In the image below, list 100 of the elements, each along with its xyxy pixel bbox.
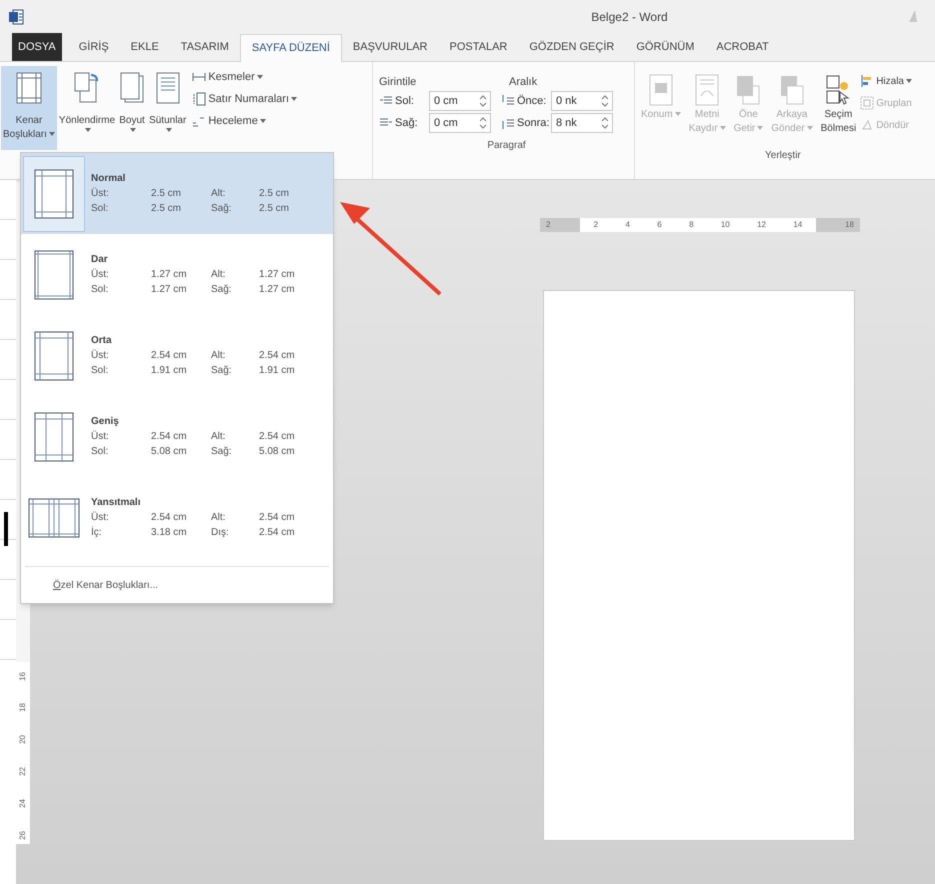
vertical-ruler: 16 18 20 22 24 26 xyxy=(16,662,30,844)
margin-label: İç: xyxy=(91,525,103,540)
spin-field[interactable]: 0 cm xyxy=(429,91,491,111)
margin-label: Üst: xyxy=(91,348,110,363)
margin-value: 2.54 cm xyxy=(259,430,295,444)
ribbon-tab[interactable]: POSTALAR xyxy=(438,33,518,61)
ribbon-button[interactable]: Seçim Bölmesi xyxy=(816,72,860,142)
page-margins-icon xyxy=(34,250,74,300)
margin-value: 2.5 cm xyxy=(151,202,182,216)
ribbon-button[interactable]: Boyut xyxy=(117,66,148,150)
file-tab[interactable]: DOSYA xyxy=(12,33,62,61)
word-logo-icon[interactable] xyxy=(8,8,24,24)
margin-label: Sol: xyxy=(91,364,110,378)
caret-icon xyxy=(720,126,726,130)
field-label: Önce: xyxy=(517,94,548,109)
margin-label: Alt: xyxy=(211,430,226,444)
field-label: Sonra: xyxy=(517,116,550,131)
margin-value: 1.91 cm xyxy=(259,364,295,378)
menu-item-title: Geniş xyxy=(91,415,120,429)
spin-arrows-icon xyxy=(480,117,486,129)
window-title: Belge2 - Word xyxy=(591,8,668,26)
margin-label: Sol: xyxy=(91,445,110,459)
ribbon-button[interactable]: Sütunlar xyxy=(147,66,188,150)
margin-value: 2.5 cm xyxy=(259,202,290,216)
spin-field[interactable]: 0 nk xyxy=(551,91,613,111)
spin-field[interactable]: 8 nk xyxy=(551,113,613,133)
margin-value: 2.5 cm xyxy=(259,187,290,201)
margin-value: 1.27 cm xyxy=(259,283,295,297)
spin-field[interactable]: 0 cm xyxy=(429,113,491,133)
page-margins-icon xyxy=(34,412,74,462)
margin-label: Dış: xyxy=(211,526,230,540)
caret-icon xyxy=(166,128,172,132)
caret-icon xyxy=(906,79,912,83)
ribbon-button[interactable]: Yönlendirme xyxy=(56,66,118,150)
menu-item-title: Orta xyxy=(91,334,113,348)
margin-label: Sağ: xyxy=(211,283,233,297)
ribbon-tab[interactable]: SAYFA DÜZENİ xyxy=(240,34,342,62)
page-margins-icon xyxy=(28,498,80,538)
menu-item[interactable]: Orta Üst: 2.54 cm Alt: 2.54 cm Sol: 1.91 cm Sağ: 1.91 cm xyxy=(21,315,333,396)
margin-label: Alt: xyxy=(211,268,226,282)
caret-icon xyxy=(84,128,91,132)
picture-position-icon xyxy=(648,74,674,106)
ribbon-button[interactable]: Kenar Boşlukları xyxy=(1,66,57,150)
bring-forward-icon xyxy=(735,74,762,106)
caret-icon xyxy=(674,112,681,116)
menu-item[interactable]: Geniş Üst: 2.54 cm Alt: 2.54 cm Sol: 5.08 cm Sağ: 5.08 cm xyxy=(21,396,333,477)
send-backward-icon xyxy=(778,74,805,106)
group-title: Yerleştir xyxy=(764,149,802,163)
rotate-page-icon xyxy=(74,72,100,104)
menu-item[interactable]: Normal Üst: 2.5 cm Alt: 2.5 cm Sol: 2.5 cm Sağ: 2.5 cm xyxy=(21,153,333,234)
caret-icon xyxy=(291,97,298,101)
margin-value: 2.54 cm xyxy=(259,349,295,363)
margin-value: 2.54 cm xyxy=(151,349,188,363)
margin-label: Sağ: xyxy=(211,364,233,378)
ribbon-tab[interactable]: TASARIM xyxy=(170,33,240,61)
margin-label: Alt: xyxy=(211,511,226,525)
ribbon-tab[interactable]: EKLE xyxy=(120,33,170,61)
group-icon xyxy=(860,96,874,110)
spin-arrows-icon xyxy=(480,95,486,107)
page-margins-icon xyxy=(16,72,42,104)
menu-item[interactable]: Yansıtmalı Üst: 2.54 cm Alt: 2.54 cm İç: 3.18 cm Dış: 2.54 cm xyxy=(21,477,333,558)
page-break-icon xyxy=(192,70,206,84)
margin-label: Üst: xyxy=(91,430,110,444)
indent-heading: Girintile xyxy=(379,75,418,90)
text-cursor-icon xyxy=(4,512,8,546)
caret-icon xyxy=(48,132,55,136)
margin-label: Sağ: xyxy=(211,445,233,459)
caret-icon xyxy=(757,126,764,130)
ribbon-tab[interactable]: ACROBAT xyxy=(705,33,780,61)
custom-margins-item[interactable]: Özel Kenar Boşlukları... xyxy=(21,567,333,603)
spin-arrows-icon xyxy=(602,95,608,107)
ribbon-small-button[interactable]: Hizala xyxy=(860,72,912,90)
menu-item[interactable]: Dar Üst: 1.27 cm Alt: 1.27 cm Sol: 1.27 cm Sağ: 1.27 cm xyxy=(21,234,333,315)
margin-label: Alt: xyxy=(211,349,226,363)
margin-value: 1.27 cm xyxy=(151,268,188,282)
page-size-icon xyxy=(119,72,146,104)
caret-icon xyxy=(260,119,266,123)
margin-value: 5.08 cm xyxy=(151,445,188,459)
ribbon-small-button[interactable]: Heceleme xyxy=(192,112,298,130)
ribbon-small-button[interactable]: Kesmeler xyxy=(192,68,298,86)
margin-value: 1.27 cm xyxy=(151,283,188,297)
menu-item-title: Normal xyxy=(91,172,126,186)
ribbon-tab[interactable]: BAŞVURULAR xyxy=(342,33,438,61)
rotate-icon xyxy=(860,118,874,132)
text-wrap-icon xyxy=(694,74,720,106)
margin-label: Üst: xyxy=(91,510,110,525)
margin-value: 3.18 cm xyxy=(151,526,188,540)
margin-label: Sağ: xyxy=(211,202,233,216)
menu-item-title: Yansıtmalı xyxy=(91,496,142,510)
margin-label: Üst: xyxy=(91,268,110,282)
margin-label: Sol: xyxy=(91,283,110,297)
horizontal-ruler: 2 2 4 6 8 10 12 14 18 xyxy=(540,218,860,232)
ribbon-tab[interactable]: GÖRÜNÜM xyxy=(625,33,706,61)
ribbon-tab[interactable]: GİRİŞ xyxy=(68,33,120,61)
ribbon-tab[interactable]: GÖZDEN GEÇİR xyxy=(518,33,626,61)
field-label: Sağ: xyxy=(395,116,419,131)
margin-value: 2.54 cm xyxy=(151,430,188,444)
margin-value: 1.27 cm xyxy=(259,268,295,282)
caret-icon xyxy=(130,128,136,132)
ribbon-small-button[interactable]: Satır Numaraları xyxy=(192,90,298,108)
